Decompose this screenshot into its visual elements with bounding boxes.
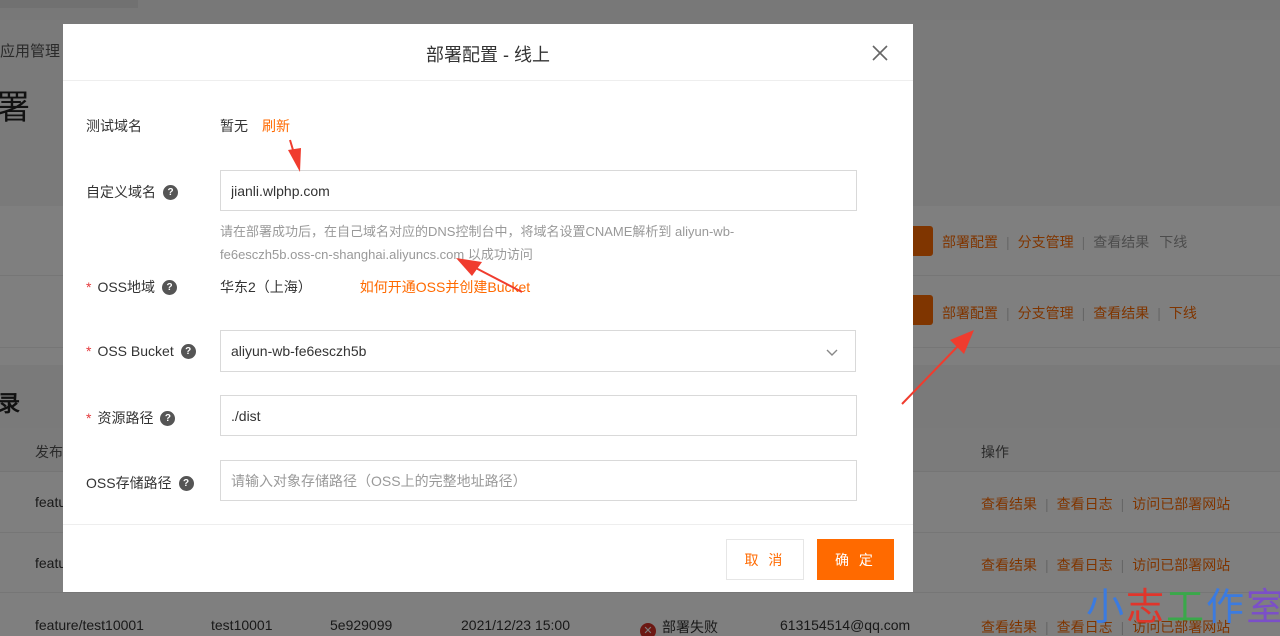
- dialog-footer: 取 消 确 定: [63, 524, 913, 592]
- oss-bucket-select[interactable]: aliyun-wb-fe6esczh5b: [220, 330, 856, 372]
- deploy-config-dialog: 部署配置 - 线上 测试域名 暂无刷新 自定义域名? 请在部署成功后，在自己域名…: [63, 24, 913, 592]
- oss-bucket-label: * OSS Bucket?: [86, 343, 196, 359]
- confirm-button[interactable]: 确 定: [817, 539, 894, 580]
- dialog-title: 部署配置 - 线上: [426, 45, 550, 65]
- watermark-char: 小: [1086, 585, 1127, 629]
- help-icon[interactable]: ?: [180, 343, 196, 359]
- test-domain-label: 测试域名: [86, 118, 142, 134]
- oss-region-label: * OSS地域?: [86, 277, 178, 297]
- watermark-logo: 小志工作室: [1086, 576, 1280, 631]
- dialog-header: 部署配置 - 线上: [63, 24, 913, 81]
- watermark-char: 作: [1206, 585, 1247, 629]
- oss-region-value: 华东2（上海） 如何开通OSS并创建Bucket: [220, 279, 531, 295]
- oss-storage-path-label: OSS存储路径?: [86, 473, 194, 493]
- close-icon[interactable]: [869, 42, 891, 64]
- resource-path-input[interactable]: [220, 395, 857, 436]
- test-domain-value: 暂无 刷新: [220, 118, 290, 134]
- cancel-button[interactable]: 取 消: [726, 539, 804, 580]
- custom-domain-hint: 请在部署成功后，在自己域名对应的DNS控制台中，将域名设置CNAME解析到 al…: [220, 224, 735, 262]
- help-icon[interactable]: ?: [160, 410, 176, 426]
- create-bucket-help-link[interactable]: 如何开通OSS并创建Bucket: [360, 279, 530, 295]
- help-icon[interactable]: ?: [178, 475, 194, 491]
- oss-storage-path-input[interactable]: [220, 460, 857, 501]
- watermark-char: 室: [1246, 585, 1280, 629]
- help-icon[interactable]: ?: [162, 279, 178, 295]
- watermark-char: 志: [1126, 585, 1167, 629]
- watermark-char: 工: [1166, 585, 1207, 629]
- custom-domain-label: 自定义域名?: [86, 182, 178, 202]
- chevron-down-icon: [825, 345, 839, 359]
- custom-domain-input[interactable]: [220, 170, 857, 211]
- oss-bucket-selected-value: aliyun-wb-fe6esczh5b: [231, 343, 367, 359]
- help-icon[interactable]: ?: [163, 184, 178, 200]
- resource-path-label: * 资源路径?: [86, 408, 176, 428]
- refresh-link[interactable]: 刷新: [262, 118, 290, 134]
